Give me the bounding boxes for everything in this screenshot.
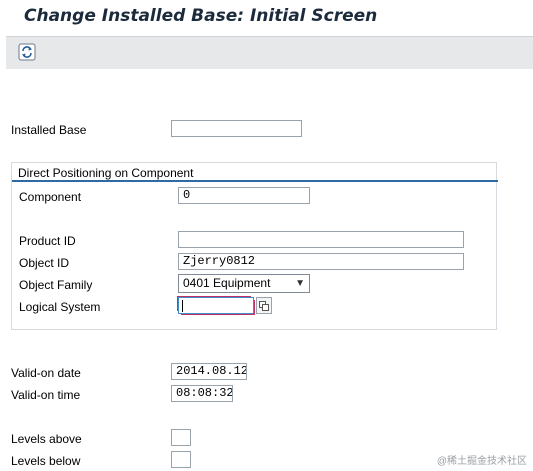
logical-system-label: Logical System — [19, 300, 101, 314]
refresh-icon[interactable] — [18, 43, 36, 61]
valid-on-date-label: Valid-on date — [11, 366, 81, 380]
levels-below-label: Levels below — [11, 454, 81, 468]
object-id-field[interactable]: Zjerry0812 — [178, 253, 464, 270]
page-title: Change Installed Base: Initial Screen — [24, 6, 378, 26]
installed-base-field[interactable] — [171, 120, 302, 137]
component-label: Component — [19, 190, 82, 204]
installed-base-label: Installed Base — [11, 123, 87, 137]
component-field[interactable]: 0 — [178, 187, 310, 204]
object-family-value: 0401 Equipment — [183, 276, 271, 290]
valid-on-time-field[interactable]: 08:08:32 — [171, 385, 233, 402]
product-id-label: Product ID — [19, 234, 76, 248]
levels-above-label: Levels above — [11, 432, 82, 446]
group-title: Direct Positioning on Component — [18, 166, 194, 180]
title-bar: Change Installed Base: Initial Screen — [0, 0, 533, 36]
levels-above-field[interactable] — [171, 429, 191, 446]
object-family-dropdown[interactable]: 0401 Equipment ▼ — [178, 274, 310, 293]
watermark: @稀土掘金技术社区 — [436, 456, 527, 467]
object-family-label: Object Family — [19, 278, 93, 292]
logical-system-field[interactable] — [178, 297, 254, 314]
chevron-down-icon: ▼ — [295, 278, 305, 289]
text-cursor — [182, 300, 183, 312]
copy-icon — [259, 300, 269, 311]
product-id-field[interactable] — [178, 231, 464, 248]
valid-on-date-field[interactable]: 2014.08.12 — [171, 363, 247, 380]
object-id-label: Object ID — [19, 256, 70, 270]
value-help-button[interactable] — [256, 297, 272, 314]
levels-below-field[interactable] — [171, 451, 191, 468]
application-toolbar — [6, 36, 533, 69]
valid-on-time-label: Valid-on time — [11, 388, 81, 402]
group-title-underline — [12, 180, 498, 182]
direct-positioning-group: Direct Positioning on Component Componen… — [11, 162, 498, 330]
